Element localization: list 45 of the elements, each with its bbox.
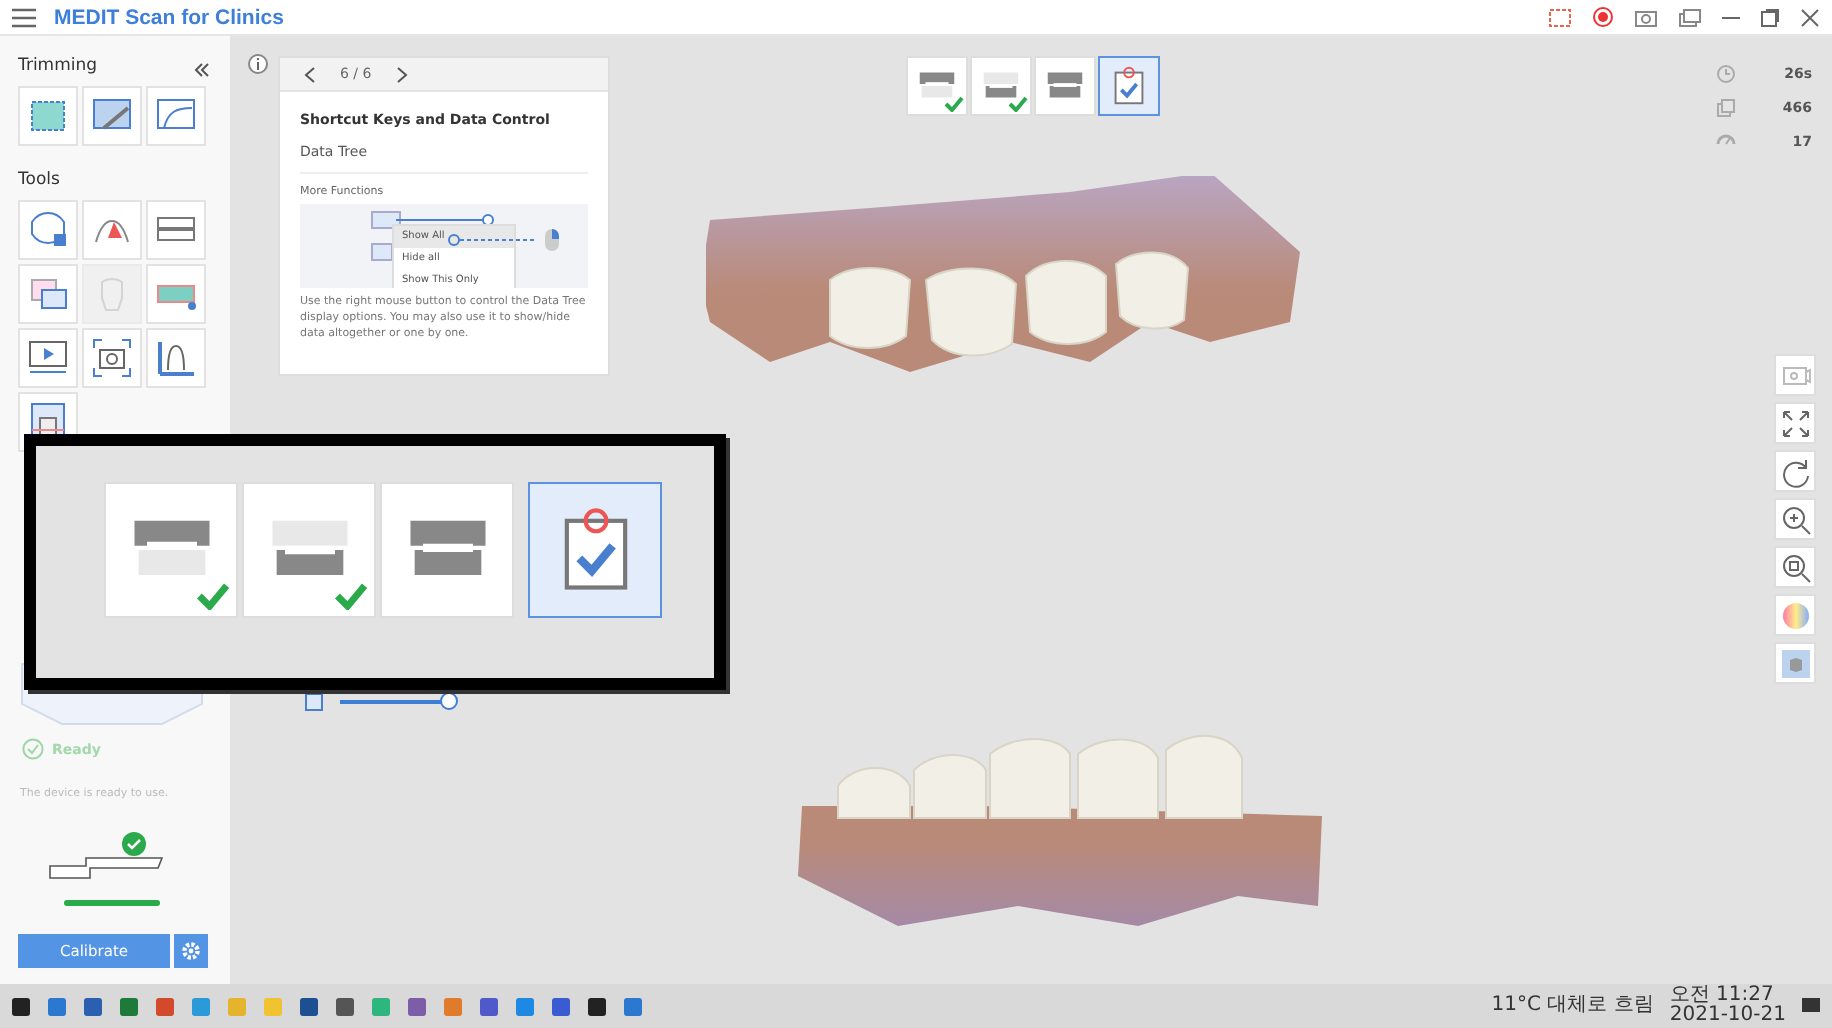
time-icon [1716, 64, 1736, 84]
fit-icon [1779, 407, 1811, 439]
weather-text: 11°C 대체로 흐림 [1491, 996, 1654, 1016]
jaw-icon [304, 692, 324, 712]
minimize-icon [1722, 15, 1740, 19]
dashed-line-drawing [448, 234, 536, 246]
check-icon [944, 96, 964, 112]
zoomfit-icon [1779, 551, 1811, 583]
camera-icon [1634, 7, 1658, 27]
previous-button[interactable] [304, 65, 316, 83]
view-tool-button[interactable] [1774, 642, 1816, 684]
clock-time: 오전 11:27 [1669, 986, 1774, 1006]
next-button[interactable] [395, 65, 408, 83]
settings-button[interactable] [174, 934, 208, 968]
gear-icon [180, 940, 202, 962]
view-tool-button[interactable] [1774, 498, 1816, 540]
mouse-icon [544, 228, 560, 252]
view-tool-button[interactable] [1774, 450, 1816, 492]
info-icon[interactable] [248, 54, 268, 74]
rotate-icon [1779, 455, 1811, 487]
view-tool-button[interactable] [1774, 546, 1816, 588]
check-icon [334, 582, 368, 610]
camera-tool-icon [88, 334, 136, 382]
clock-date: 2021-10-21 [1669, 1006, 1786, 1026]
copies-icon [1716, 98, 1736, 118]
menu-icon [12, 7, 36, 27]
close-icon [1800, 7, 1820, 27]
record-region-icon [1548, 7, 1572, 27]
app-title: MEDIT Scan for Clinics [54, 5, 284, 29]
notification-icon [1802, 997, 1820, 1015]
section-title: Tools [18, 170, 62, 190]
cube-icon [1779, 647, 1811, 679]
section-title: Trimming [18, 56, 98, 76]
check-icon [1008, 96, 1028, 112]
zoom-icon [1779, 503, 1811, 535]
maximize-icon [1760, 7, 1780, 27]
stage-tab[interactable] [1098, 56, 1160, 116]
color-icon [1779, 599, 1811, 631]
view-tool-button[interactable] [1774, 402, 1816, 444]
collapse-icon [194, 61, 210, 77]
check-circle-icon [22, 738, 44, 760]
stage-tab[interactable] [528, 482, 662, 618]
record-icon [1592, 6, 1614, 28]
check-icon [196, 582, 230, 610]
windows-icon [1678, 7, 1702, 27]
